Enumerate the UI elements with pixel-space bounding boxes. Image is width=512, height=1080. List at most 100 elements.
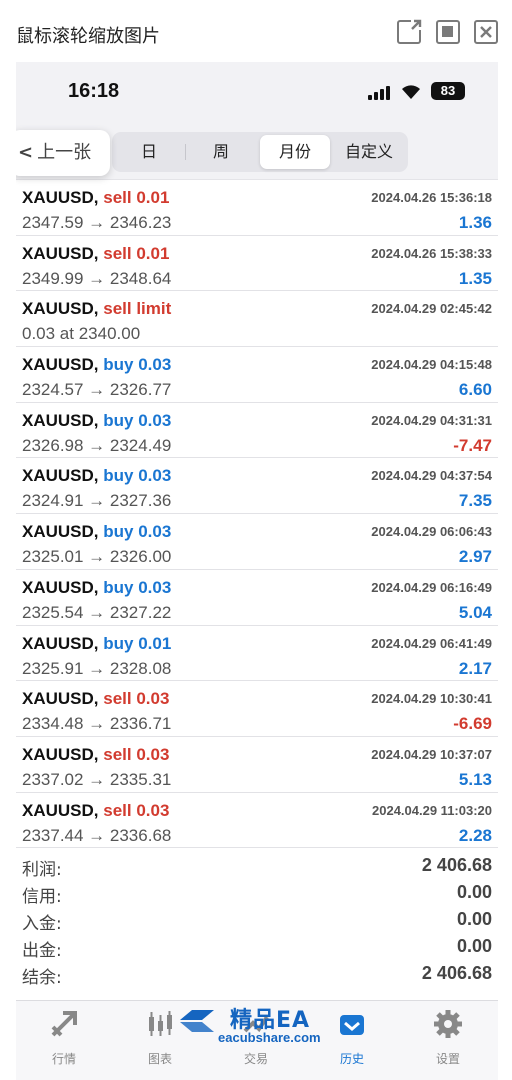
trade-action: buy 0.03 (103, 410, 172, 430)
summary-value: 0.00 (456, 909, 492, 929)
trade-profit: 7.35 (458, 491, 492, 511)
trade-row[interactable]: XAUUSD, buy 0.03 2024.04.29 04:31:31 2326.… (16, 403, 498, 459)
summary-row: 结余: 2 406.68 (16, 960, 498, 988)
status-bar: 16:18 83 (16, 62, 498, 124)
trade-profit: 5.04 (458, 602, 492, 622)
trade-history-list: XAUUSD, sell 0.01 2024.04.26 15:36:18 2347… (16, 180, 498, 849)
trade-action: buy 0.03 (103, 522, 172, 542)
summary-label: 利润: (22, 860, 62, 880)
summary-row: 信用: 0.00 (16, 879, 498, 907)
trade-row[interactable]: XAUUSD, sell 0.03 2024.04.29 10:30:41 2334… (16, 681, 498, 737)
trade-price: 2325.01 → 2326.00 (22, 547, 172, 567)
watermark-logo-icon (180, 1010, 214, 1032)
close-button[interactable] (474, 20, 498, 44)
history-icon (340, 1015, 364, 1035)
tab-label: 设置 (435, 1052, 460, 1066)
status-time: 16:18 (68, 80, 120, 102)
trade-row[interactable]: XAUUSD, sell 0.01 2024.04.26 15:38:33 2349… (16, 236, 498, 292)
fit-window-icon (442, 26, 453, 37)
wifi-icon (402, 85, 420, 99)
trade-datetime: 2024.04.26 15:38:33 (371, 245, 492, 261)
trade-symbol: XAUUSD, buy 0.03 (22, 410, 172, 430)
summary-value: 0.00 (456, 936, 492, 956)
external-link-icon (411, 19, 422, 30)
trade-price: 2326.98 → 2324.49 (22, 435, 172, 455)
trade-datetime: 2024.04.29 06:16:49 (371, 579, 492, 595)
trade-profit: 5.13 (458, 769, 492, 789)
tab-quotes[interactable]: 行情 (29, 1009, 99, 1067)
summary-label: 结余: (22, 968, 62, 988)
period-segmented-control: 日 周 月份 自定义 (112, 132, 408, 172)
trade-price: 2334.48 → 2336.71 (22, 714, 172, 734)
trade-datetime: 2024.04.29 06:41:49 (371, 635, 492, 651)
trade-price: 2349.99 → 2348.64 (22, 268, 172, 288)
trade-action: sell 0.01 (103, 243, 170, 263)
previous-image-button[interactable]: < 上一张 (16, 130, 110, 176)
trade-profit: 2.97 (458, 547, 492, 567)
trade-row[interactable]: XAUUSD, buy 0.03 2024.04.29 06:16:49 2325.… (16, 570, 498, 626)
trade-profit: 1.36 (458, 213, 492, 232)
image-viewer-titlebar: 鼠标滚轮缩放图片 (0, 0, 512, 62)
close-icon (480, 26, 492, 38)
segment-month[interactable]: 月份 (260, 135, 330, 169)
phone-screenshot: 16:18 83 日 周 月份 自定义 < 上一张 XAUUSD, sell 0.… (16, 62, 498, 1080)
watermark-url: eacubshare.com (218, 1030, 321, 1045)
trade-row[interactable]: XAUUSD, buy 0.03 2024.04.29 06:06:43 2325.… (16, 514, 498, 570)
trade-symbol: XAUUSD, sell 0.03 (22, 744, 170, 764)
open-external-button[interactable] (397, 18, 423, 44)
trade-price: 0.03 at 2340.00 (22, 324, 141, 344)
segment-week[interactable]: 周 (186, 135, 256, 169)
trade-symbol: XAUUSD, sell 0.01 (22, 188, 170, 207)
trade-row[interactable]: XAUUSD, buy 0.03 2024.04.29 04:15:48 2324.… (16, 347, 498, 403)
trade-symbol: XAUUSD, buy 0.03 (22, 522, 172, 542)
trade-price: 2337.44 → 2336.68 (22, 825, 172, 845)
viewer-title: 鼠标滚轮缩放图片 (16, 26, 160, 47)
trade-profit: 1.35 (458, 268, 492, 288)
chevron-left-icon: < (18, 142, 34, 163)
trade-datetime: 2024.04.29 10:37:07 (371, 746, 492, 762)
trade-datetime: 2024.04.29 10:30:41 (371, 691, 492, 707)
battery-icon: 83 (431, 82, 465, 100)
trade-symbol: XAUUSD, buy 0.03 (22, 466, 172, 486)
trade-action: buy 0.03 (103, 355, 172, 375)
trade-action: buy 0.03 (103, 577, 172, 597)
trade-action: buy 0.01 (103, 633, 172, 653)
trade-row[interactable]: XAUUSD, sell 0.01 2024.04.26 15:36:18 2347… (16, 180, 498, 236)
trade-price: 2325.91 → 2328.08 (22, 658, 172, 678)
summary-value: 0.00 (456, 882, 492, 902)
trade-profit: -7.47 (453, 435, 492, 455)
trade-datetime: 2024.04.29 04:15:48 (371, 357, 492, 373)
tab-label: 历史 (339, 1052, 364, 1066)
trade-row[interactable]: XAUUSD, buy 0.03 2024.04.29 04:37:54 2324.… (16, 458, 498, 515)
trade-row[interactable]: XAUUSD, sell 0.03 2024.04.29 10:37:07 2337… (16, 737, 498, 793)
trade-action: sell 0.01 (103, 188, 170, 207)
watermark: 精品EA eacubshare.com (178, 1000, 338, 1050)
trade-symbol: XAUUSD, sell 0.01 (22, 243, 170, 263)
trade-price: 2325.54 → 2327.22 (22, 602, 172, 622)
trade-symbol: XAUUSD, sell 0.03 (22, 800, 170, 820)
segment-day[interactable]: 日 (114, 135, 184, 169)
trade-symbol: XAUUSD, sell 0.03 (22, 689, 170, 709)
trade-profit: 2.28 (458, 825, 492, 845)
trade-row[interactable]: XAUUSD, sell 0.03 2024.04.29 11:03:20 2337… (16, 793, 498, 849)
trade-row[interactable]: XAUUSD, buy 0.01 2024.04.29 06:41:49 2325.… (16, 626, 498, 682)
trade-symbol: XAUUSD, buy 0.03 (22, 355, 172, 375)
account-summary: 利润: 2 406.68 信用: 0.00 入金: 0.00 出金: 0.00 结余: 2 406… (16, 852, 498, 988)
segment-custom[interactable]: 自定义 (334, 135, 404, 169)
summary-label: 出金: (22, 941, 62, 961)
settings-icon (434, 1010, 462, 1038)
quotes-icon (51, 1011, 77, 1037)
trade-action: sell 0.03 (103, 800, 170, 820)
tab-label: 行情 (51, 1052, 76, 1066)
trade-row[interactable]: XAUUSD, sell limit 2024.04.29 02:45:42 0.0… (16, 291, 498, 348)
tab-settings[interactable]: 设置 (413, 1009, 483, 1067)
summary-row: 利润: 2 406.68 (16, 852, 498, 880)
summary-row: 出金: 0.00 (16, 933, 498, 961)
trade-symbol: XAUUSD, sell limit (22, 299, 172, 319)
fit-window-button[interactable] (436, 20, 460, 44)
trade-datetime: 2024.04.26 15:36:18 (371, 190, 492, 205)
trade-datetime: 2024.04.29 04:31:31 (371, 412, 492, 428)
trade-symbol: XAUUSD, buy 0.01 (22, 633, 172, 653)
summary-label: 入金: (22, 914, 62, 934)
previous-image-label: 上一张 (37, 142, 92, 163)
